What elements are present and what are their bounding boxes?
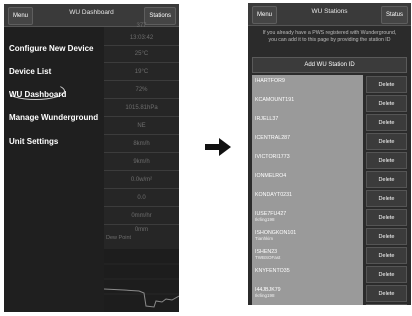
- station-id: ICENTRAL287: [252, 132, 363, 151]
- station-row: IUSE7FU426 Delete: [248, 303, 411, 305]
- station-row: IVICTORI1773 Delete: [248, 151, 411, 170]
- station-owner: Ikrling198: [255, 217, 275, 222]
- station-id: ISHONGKON101 Tianhkim: [252, 227, 363, 246]
- delete-button[interactable]: Delete: [366, 304, 407, 305]
- delete-button[interactable]: Delete: [366, 133, 407, 150]
- station-row: IONMELRO4 Delete: [248, 170, 411, 189]
- station-id: KONDAYT0231: [252, 189, 363, 208]
- station-id: KCAMOUNT191: [252, 94, 363, 113]
- dashboard-background: 377 13:03:42 25°C 19°C 72% 1015.81hPa NE…: [103, 23, 179, 312]
- dashboard-value: 9km/h: [133, 159, 150, 165]
- station-row: ISHEN23 TWBSOFast Delete: [248, 246, 411, 265]
- station-row: I44JBJK79 Ikrling198 Delete: [248, 284, 411, 303]
- right-arrow-icon: [205, 138, 231, 156]
- dashboard-value: 13:03:42: [129, 35, 154, 41]
- navigation-drawer: Configure New Device Device List WU Dash…: [4, 27, 104, 312]
- station-id: KNYFENTO35: [252, 265, 363, 284]
- delete-button[interactable]: Delete: [366, 95, 407, 112]
- delete-button[interactable]: Delete: [366, 152, 407, 169]
- drawer-item-unit-settings[interactable]: Unit Settings: [9, 137, 58, 146]
- station-id: IRJELL37: [252, 113, 363, 132]
- station-row: IRJELL37 Delete: [248, 113, 411, 132]
- delete-button[interactable]: Delete: [366, 209, 407, 226]
- delete-button[interactable]: Delete: [366, 171, 407, 188]
- station-owner: TWBSOFast: [255, 255, 281, 260]
- info-text: If you already have a PWS registered wit…: [262, 30, 397, 43]
- delete-button[interactable]: Delete: [366, 190, 407, 207]
- delete-button[interactable]: Delete: [366, 114, 407, 131]
- station-id: I44JBJK79 Ikrling198: [252, 284, 363, 303]
- station-row: IUSE7FU427 Ikrling198 Delete: [248, 208, 411, 227]
- station-id: IUSE7FU427 Ikrling198: [252, 208, 363, 227]
- drawer-item-device-list[interactable]: Device List: [9, 67, 51, 76]
- dashboard-value: 0mm/hr: [131, 213, 152, 219]
- station-id: IUSE7FU426: [252, 303, 363, 305]
- delete-button[interactable]: Delete: [366, 228, 407, 245]
- dashboard-value: 25°C: [134, 51, 149, 57]
- station-row: KCAMOUNT191 Delete: [248, 94, 411, 113]
- left-screen: Menu WU Dashboard Stations 377 13:03:42 …: [4, 4, 179, 312]
- dashboard-value: 19°C: [134, 69, 149, 75]
- station-row: ISHONGKON101 Tianhkim Delete: [248, 227, 411, 246]
- add-station-button[interactable]: Add WU Station ID: [252, 57, 407, 73]
- station-owner: Tianhkim: [255, 236, 274, 241]
- station-id: ISHEN23 TWBSOFast: [252, 246, 363, 265]
- dashboard-value: 377: [136, 23, 147, 29]
- station-id: IONMELRO4: [252, 170, 363, 189]
- dashboard-value: 8km/h: [133, 141, 150, 147]
- dashboard-value: 72%: [135, 87, 148, 93]
- dashboard-value: 0mm: [134, 227, 149, 233]
- dashboard-value: 0.0: [137, 195, 146, 201]
- dew-point-label: Dew Point: [106, 235, 132, 241]
- station-row: IHARTFOR9 Delete: [248, 75, 411, 94]
- delete-button[interactable]: Delete: [366, 247, 407, 264]
- station-id: IHARTFOR9: [252, 75, 363, 94]
- drawer-item-wu-dashboard[interactable]: WU Dashboard: [9, 90, 66, 99]
- drawer-item-manage-wunderground[interactable]: Manage Wunderground: [9, 113, 98, 122]
- station-owner: Ikrling198: [255, 293, 275, 298]
- delete-button[interactable]: Delete: [366, 76, 407, 93]
- delete-button[interactable]: Delete: [366, 266, 407, 283]
- drawer-item-configure-new-device[interactable]: Configure New Device: [9, 44, 93, 53]
- status-button[interactable]: Status: [380, 6, 408, 24]
- dashboard-value: 0.0w/m²: [130, 177, 153, 183]
- dashboard-value: NE: [137, 123, 146, 129]
- station-id: IVICTORI1773: [252, 151, 363, 170]
- station-row: KONDAYT0231 Delete: [248, 189, 411, 208]
- right-screen: Menu WU Stations Status If you already h…: [248, 3, 411, 305]
- dashboard-chart: [103, 249, 179, 312]
- station-row: KNYFENTO35 Delete: [248, 265, 411, 284]
- dashboard-value: 1015.81hPa: [125, 105, 158, 111]
- right-topbar: Menu WU Stations Status: [248, 3, 411, 26]
- station-row: ICENTRAL287 Delete: [248, 132, 411, 151]
- delete-button[interactable]: Delete: [366, 285, 407, 302]
